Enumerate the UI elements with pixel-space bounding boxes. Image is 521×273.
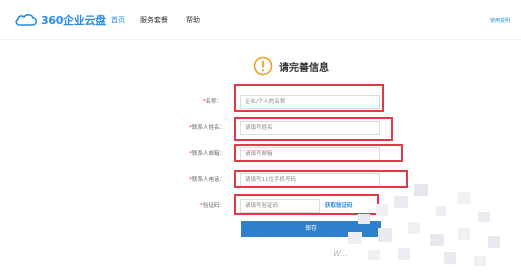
code-label: *验证码：: [200, 203, 225, 209]
brand-name: 360企业云盘: [41, 14, 106, 27]
usage-guide-link[interactable]: 使用说明: [490, 17, 510, 24]
top-navigation-bar: 360企业云盘 首页 服务套餐 帮助 使用说明: [0, 0, 521, 40]
cloud-logo-icon: [15, 14, 38, 26]
watermark-text: W...: [333, 249, 348, 258]
brand-logo[interactable]: 360企业云盘: [14, 12, 106, 28]
email-label: *联系人邮箱：: [189, 151, 225, 157]
contact-name-label: *联系人姓名：: [189, 125, 225, 131]
email-input[interactable]: 请填写邮箱: [240, 147, 380, 161]
nav-home[interactable]: 首页: [111, 15, 125, 25]
nav-help[interactable]: 帮助: [186, 15, 200, 25]
phone-label: *联系人电话：: [189, 177, 225, 183]
contact-name-input[interactable]: 请填写姓名: [240, 121, 380, 135]
company-input[interactable]: 企业/个人的名称: [240, 95, 380, 109]
warning-icon: [253, 56, 273, 76]
code-input[interactable]: 请填写验证码: [240, 199, 320, 213]
nav-service-plans[interactable]: 服务套餐: [140, 15, 168, 25]
company-label: *名称：: [202, 99, 222, 105]
page-title: 请完善信息: [279, 62, 329, 74]
pixelated-watermark-area: [348, 184, 500, 266]
page-heading: 请完善信息: [253, 56, 329, 76]
